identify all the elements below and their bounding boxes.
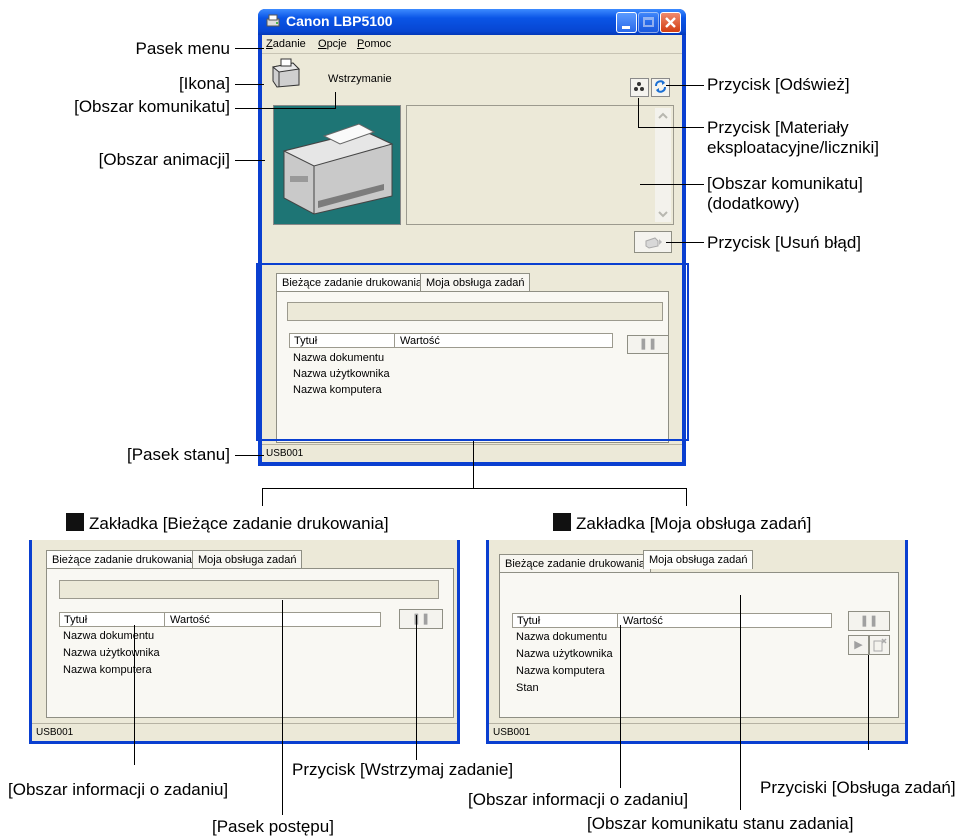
my-jobs-tab-view: Bieżące zadanie drukowania Moja obsługa … <box>486 540 908 744</box>
printer-app-icon <box>266 14 280 27</box>
table-row: Stan <box>516 682 539 694</box>
animation-area <box>273 105 401 225</box>
callout-extra-message-line1: [Obszar komunikatu] <box>707 174 863 193</box>
callout-progress-bar: [Pasek postępu] <box>212 817 334 836</box>
play-icon: ▶ <box>854 639 863 651</box>
callout-job-info-area: [Obszar informacji o zadaniu] <box>8 780 229 799</box>
delete-job-icon <box>873 638 887 652</box>
tab-my-jobs[interactable]: Moja obsługa zadań <box>192 550 303 569</box>
close-icon <box>665 17 676 28</box>
callout-extra-message-line2: (dodatkowy) <box>707 194 800 213</box>
window-title: Canon LBP5100 <box>286 13 393 29</box>
menu-opcje[interactable]: Opcje <box>318 38 347 50</box>
current-job-tab-view: Bieżące zadanie drukowania Moja obsługa … <box>29 540 460 744</box>
tab-current-job[interactable]: Bieżące zadanie drukowania <box>46 550 199 569</box>
table-row: Nazwa użytkownika <box>516 648 613 660</box>
tab-my-jobs[interactable]: Moja obsługa zadań <box>643 550 754 569</box>
tab-current-job[interactable]: Bieżące zadanie drukowania <box>499 554 652 573</box>
heading-tab-current: Zakładka [Bieżące zadanie drukowania] <box>66 513 389 534</box>
callout-refresh-button: Przycisk [Odśwież] <box>707 75 850 94</box>
table-row: Nazwa komputera <box>516 665 605 677</box>
col-title: Tytuł <box>64 614 88 626</box>
table-header: Tytuł Wartość <box>512 613 832 628</box>
status-bar: USB001 <box>489 723 905 741</box>
status-bar: USB001 <box>32 723 457 741</box>
callout-consumables-line2: eksploatacyjne/liczniki] <box>707 138 879 157</box>
progress-bar <box>59 580 439 599</box>
pause-job-button[interactable]: ❚❚ <box>848 611 890 631</box>
col-value: Wartość <box>170 614 210 626</box>
callout-pause-job-button: Przycisk [Wstrzymaj zadanie] <box>292 760 514 779</box>
clear-error-icon <box>645 237 662 249</box>
callout-job-status-message-area: [Obszar komunikatu stanu zadania] <box>587 814 854 833</box>
callout-job-operation-buttons: Przyciski [Obsługa zadań] <box>760 778 956 797</box>
table-row: Nazwa dokumentu <box>63 630 155 642</box>
close-button[interactable] <box>660 12 681 33</box>
menu-pomoc[interactable]: Pomoc <box>357 38 391 50</box>
resume-job-button[interactable]: ▶ <box>848 635 869 655</box>
table-header: Tytuł Wartość <box>59 612 381 627</box>
square-bullet <box>553 513 571 531</box>
job-info-table: Tytuł Wartość Nazwa dokumentu Nazwa użyt… <box>59 612 381 708</box>
callout-message-area: [Obszar komunikatu] <box>74 97 230 116</box>
pause-icon: ❚❚ <box>411 613 431 625</box>
refresh-icon <box>655 80 666 93</box>
table-row: Nazwa komputera <box>63 664 152 676</box>
delete-job-button[interactable] <box>869 635 890 655</box>
col-value: Wartość <box>623 615 663 627</box>
callout-clear-error-button: Przycisk [Usuń błąd] <box>707 233 861 252</box>
table-row: Nazwa dokumentu <box>516 631 608 643</box>
scroll-up-icon[interactable] <box>655 108 671 124</box>
tab-panel: Tytuł Wartość Nazwa dokumentu Nazwa użyt… <box>499 572 899 718</box>
job-info-table: Tytuł Wartość Nazwa dokumentu Nazwa użyt… <box>512 613 832 713</box>
callout-icon: [Ikona] <box>178 74 230 93</box>
pause-job-button[interactable]: ❚❚ <box>399 609 443 629</box>
table-row: Nazwa użytkownika <box>63 647 160 659</box>
callout-consumables-line1: Przycisk [Materiały <box>707 118 849 137</box>
menu-zadanie[interactable]: Zadanie <box>266 38 306 50</box>
message-scrollbar[interactable] <box>655 108 671 222</box>
minimize-button[interactable] <box>616 12 637 33</box>
tab-panel: Tytuł Wartość Nazwa dokumentu Nazwa użyt… <box>46 568 454 718</box>
consumables-counters-button[interactable] <box>630 78 649 97</box>
callout-animation-area: [Obszar animacji] <box>98 150 230 169</box>
pause-icon: ❚❚ <box>859 615 879 627</box>
status-message: Wstrzymanie <box>328 73 392 85</box>
title-bar[interactable]: Canon LBP5100 <box>258 9 686 35</box>
callout-status-bar: [Pasek stanu] <box>126 445 230 464</box>
menu-bar: Zadanie Opcje Pomoc <box>262 35 682 54</box>
callout-menu-bar: Pasek menu <box>135 39 231 58</box>
maximize-button[interactable] <box>638 12 659 33</box>
printer-illustration <box>282 123 394 215</box>
col-title: Tytuł <box>517 615 541 627</box>
scroll-down-icon[interactable] <box>655 206 671 222</box>
tab-area-highlight <box>256 263 689 441</box>
printer-status-icon <box>271 58 301 88</box>
status-bar: USB001 <box>262 444 682 462</box>
refresh-button[interactable] <box>651 78 670 97</box>
heading-tab-my: Zakładka [Moja obsługa zadań] <box>553 513 811 534</box>
extra-message-area <box>406 105 674 225</box>
callout-job-info-area-2: [Obszar informacji o zadaniu] <box>468 790 689 809</box>
consumables-icon <box>634 82 644 91</box>
square-bullet <box>66 513 84 531</box>
